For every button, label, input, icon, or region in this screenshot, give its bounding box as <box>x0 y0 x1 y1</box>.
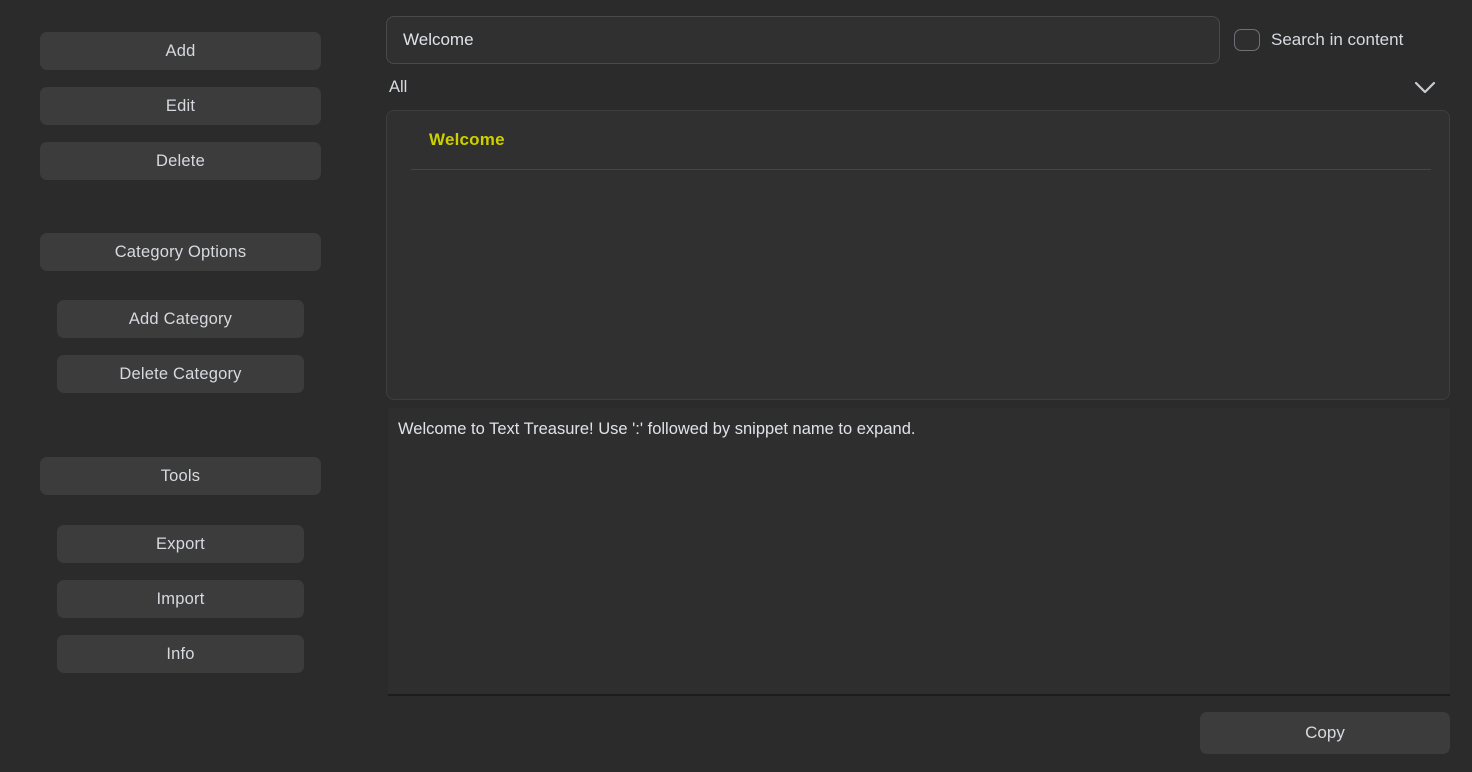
info-button[interactable]: Info <box>57 635 304 673</box>
copy-button[interactable]: Copy <box>1200 712 1450 754</box>
search-in-content-label: Search in content <box>1271 30 1404 49</box>
import-button[interactable]: Import <box>57 580 304 618</box>
sidebar: Add Edit Delete Category Options Add Cat… <box>0 0 362 772</box>
edit-button[interactable]: Edit <box>40 87 321 125</box>
delete-category-button[interactable]: Delete Category <box>57 355 304 393</box>
add-category-button[interactable]: Add Category <box>57 300 304 338</box>
export-button[interactable]: Export <box>57 525 304 563</box>
app-window: Add Edit Delete Category Options Add Cat… <box>0 0 1472 772</box>
search-input[interactable] <box>386 16 1220 64</box>
list-item[interactable]: Welcome <box>387 111 1449 169</box>
tools-button[interactable]: Tools <box>40 457 321 495</box>
delete-button[interactable]: Delete <box>40 142 321 180</box>
category-filter-dropdown[interactable]: All <box>386 70 1450 105</box>
chevron-down-icon <box>1414 81 1436 94</box>
add-button[interactable]: Add <box>40 32 321 70</box>
list-item-label: Welcome <box>429 130 505 149</box>
search-in-content-checkbox[interactable] <box>1234 29 1260 51</box>
snippet-content-textarea[interactable] <box>388 408 1450 696</box>
search-row: Search in content <box>386 16 1456 64</box>
snippet-list-panel: Welcome <box>386 110 1450 400</box>
category-options-button[interactable]: Category Options <box>40 233 321 271</box>
category-filter-value: All <box>389 78 408 96</box>
list-separator <box>411 169 1431 170</box>
search-in-content-toggle[interactable]: Search in content <box>1234 24 1403 56</box>
